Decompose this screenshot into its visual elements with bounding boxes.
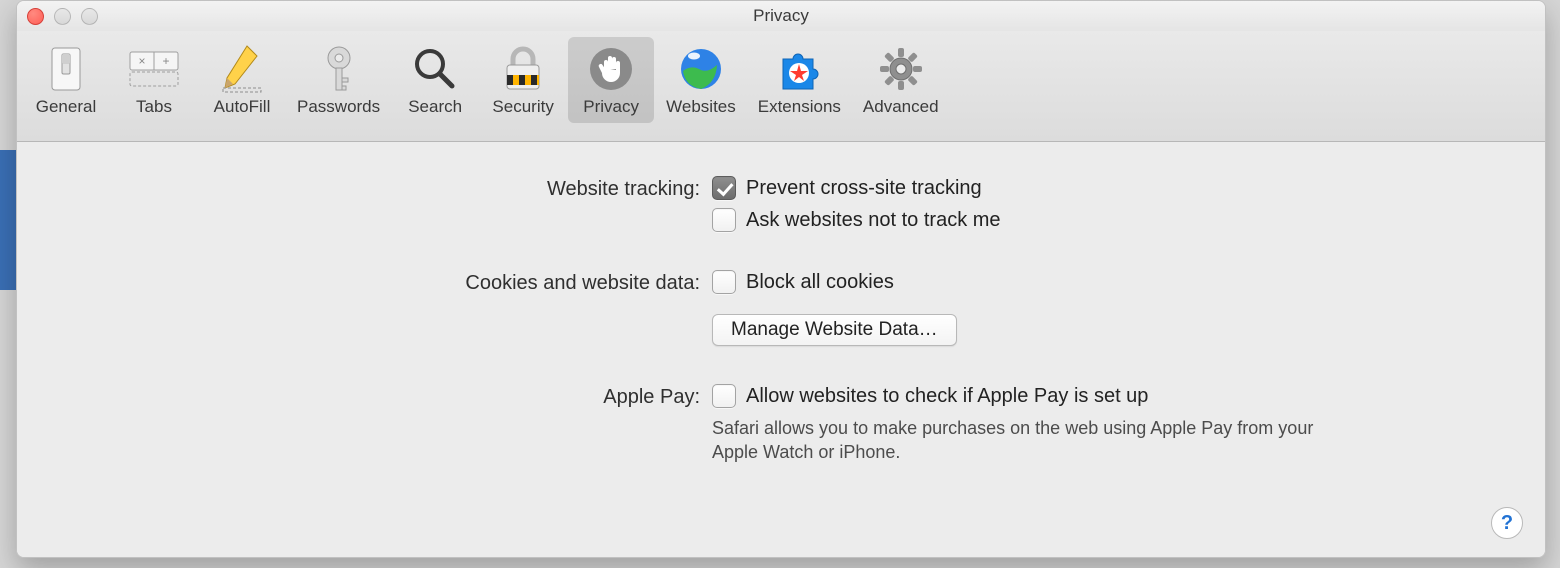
tab-extensions[interactable]: Extensions	[748, 37, 851, 123]
checkbox-icon	[712, 176, 736, 200]
row-apple-pay: Apple Pay: Allow websites to check if Ap…	[17, 384, 1545, 465]
label-website-tracking: Website tracking:	[17, 176, 712, 201]
zoom-window-button[interactable]	[81, 8, 98, 25]
preferences-window: Privacy General × +	[16, 0, 1546, 558]
tab-websites[interactable]: Websites	[656, 37, 746, 123]
tabs-icon: × +	[126, 41, 182, 97]
preferences-toolbar: General × + Tabs	[17, 31, 1545, 142]
tab-tabs[interactable]: × + Tabs	[111, 37, 197, 123]
row-website-tracking: Website tracking: Prevent cross-site tra…	[17, 176, 1545, 232]
checkbox-label: Ask websites not to track me	[746, 209, 1001, 232]
checkbox-prevent-cross-site[interactable]: Prevent cross-site tracking	[712, 176, 1545, 200]
checkbox-do-not-track[interactable]: Ask websites not to track me	[712, 208, 1545, 232]
gear-icon	[873, 41, 929, 97]
window-controls	[27, 8, 98, 25]
svg-text:+: +	[162, 54, 169, 68]
switch-icon	[38, 41, 94, 97]
minimize-window-button[interactable]	[54, 8, 71, 25]
manage-website-data-button[interactable]: Manage Website Data…	[712, 314, 957, 346]
svg-text:×: ×	[138, 54, 145, 68]
hand-icon	[583, 41, 639, 97]
tab-advanced[interactable]: Advanced	[853, 37, 949, 123]
close-window-button[interactable]	[27, 8, 44, 25]
label-cookies: Cookies and website data:	[17, 270, 712, 295]
key-icon	[311, 41, 367, 97]
tab-label: Tabs	[136, 97, 172, 117]
tab-label: Websites	[666, 97, 736, 117]
tab-label: Extensions	[758, 97, 841, 117]
magnifier-icon	[407, 41, 463, 97]
apple-pay-help-text: Safari allows you to make purchases on t…	[712, 416, 1352, 465]
puzzle-icon	[771, 41, 827, 97]
tab-security[interactable]: Security	[480, 37, 566, 123]
lock-icon	[495, 41, 551, 97]
panel-body: Website tracking: Prevent cross-site tra…	[17, 142, 1545, 557]
window-title: Privacy	[753, 6, 809, 26]
row-cookies: Cookies and website data: Block all cook…	[17, 270, 1545, 346]
tab-passwords[interactable]: Passwords	[287, 37, 390, 123]
checkbox-label: Allow websites to check if Apple Pay is …	[746, 385, 1148, 408]
tab-label: Security	[492, 97, 553, 117]
label-apple-pay: Apple Pay:	[17, 384, 712, 409]
checkbox-block-all-cookies[interactable]: Block all cookies	[712, 270, 1545, 294]
tab-label: Search	[408, 97, 462, 117]
globe-icon	[673, 41, 729, 97]
tab-label: Advanced	[863, 97, 939, 117]
tab-search[interactable]: Search	[392, 37, 478, 123]
checkbox-icon	[712, 270, 736, 294]
tab-label: General	[36, 97, 96, 117]
tab-general[interactable]: General	[23, 37, 109, 123]
checkbox-apple-pay-check[interactable]: Allow websites to check if Apple Pay is …	[712, 384, 1545, 408]
checkbox-label: Block all cookies	[746, 271, 894, 294]
help-button[interactable]: ?	[1491, 507, 1523, 539]
titlebar: Privacy	[17, 1, 1545, 31]
checkbox-icon	[712, 208, 736, 232]
tab-label: Passwords	[297, 97, 380, 117]
tab-label: AutoFill	[214, 97, 271, 117]
checkbox-label: Prevent cross-site tracking	[746, 177, 982, 200]
checkbox-icon	[712, 384, 736, 408]
tab-autofill[interactable]: AutoFill	[199, 37, 285, 123]
tab-privacy[interactable]: Privacy	[568, 37, 654, 123]
background-strip	[0, 150, 16, 290]
pencil-icon	[214, 41, 270, 97]
tab-label: Privacy	[583, 97, 639, 117]
